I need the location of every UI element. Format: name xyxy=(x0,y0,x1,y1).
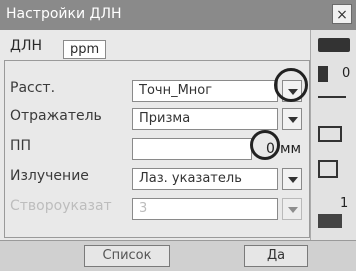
emission-select[interactable]: Лаз. указатель xyxy=(132,168,278,190)
label-prism-constant: ПП xyxy=(10,138,32,154)
memory-icon xyxy=(318,214,342,228)
reflector-dropdown-button[interactable] xyxy=(282,108,302,130)
guide-light-select: 3 xyxy=(132,198,278,220)
chevron-down-icon xyxy=(283,199,301,219)
label-emission: Излучение xyxy=(10,168,89,184)
label-reflector: Отражатель xyxy=(10,108,102,124)
prism-constant-unit: мм xyxy=(280,141,302,157)
close-button[interactable]: × xyxy=(332,4,352,24)
prism-constant-input[interactable] xyxy=(132,138,252,160)
emission-dropdown-button[interactable] xyxy=(282,168,302,190)
chevron-down-icon xyxy=(283,109,301,129)
label-distance: Расст. xyxy=(10,80,56,96)
tab-dln[interactable]: ДЛН xyxy=(6,36,46,56)
ok-button[interactable]: Да xyxy=(244,245,308,267)
tab-ppm[interactable]: ppm xyxy=(63,40,107,59)
list-button[interactable]: Список xyxy=(84,245,170,267)
distance-mode-select[interactable]: Точн_Мног xyxy=(132,80,278,102)
reflector-select[interactable]: Призма xyxy=(132,108,278,130)
battery-icon xyxy=(318,38,350,52)
callout-circle-dropdown xyxy=(274,68,308,102)
chevron-down-icon xyxy=(283,169,301,189)
side-value-1: 0 xyxy=(342,66,351,81)
window-title: Настройки ДЛН xyxy=(6,6,122,22)
guide-light-dropdown-button xyxy=(282,198,302,220)
prism-icon xyxy=(318,66,328,82)
callout-circle-prism-constant xyxy=(250,130,280,160)
level-icon xyxy=(318,96,346,98)
side-value-2: 1 xyxy=(340,196,349,211)
laser-icon xyxy=(318,160,338,178)
label-guide-light: Створоуказат xyxy=(10,198,112,214)
target-icon xyxy=(318,126,342,142)
